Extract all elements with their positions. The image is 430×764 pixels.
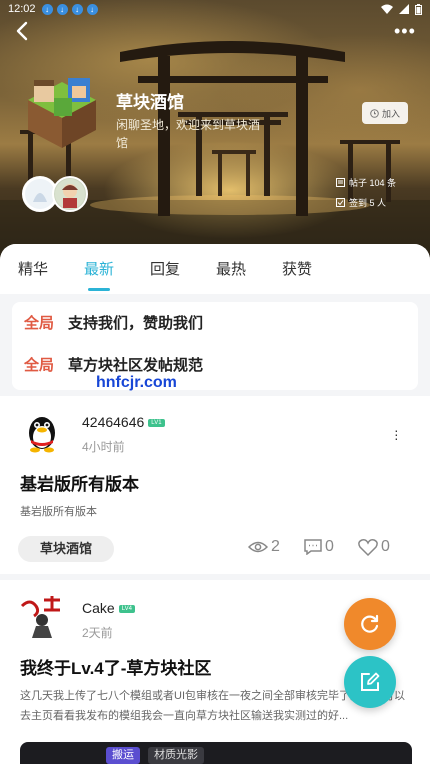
likes-metric[interactable]: 0 (358, 538, 390, 556)
join-label: 加入 (381, 108, 400, 119)
author-name-text: 42464646 (82, 414, 145, 430)
comments-metric[interactable]: 0 (304, 538, 334, 556)
join-button[interactable]: 加入 (361, 102, 408, 124)
watermark: hnfcjr.com (96, 374, 177, 391)
join-icon (370, 108, 379, 118)
notification-icon: ↓ (41, 3, 53, 15)
group-description: 闲聊圣地，欢迎来到草块酒馆 (116, 118, 261, 150)
comment-icon (304, 539, 322, 555)
likes-count: 0 (381, 538, 390, 555)
posts-icon (336, 178, 345, 187)
checkin-stat: 签到 5 人 (336, 196, 386, 209)
author-avatar[interactable] (20, 594, 64, 638)
checkin-icon (336, 198, 345, 207)
pinned-title: 支持我们，赞助我们 (68, 315, 204, 332)
posts-stat-text: 帖子 104 条 (349, 178, 397, 188)
author-name[interactable]: 42464646 LV1 (82, 414, 165, 430)
tab-replies[interactable]: 回复 (132, 244, 198, 294)
pinned-tag: 全局 (24, 357, 55, 374)
tab-liked[interactable]: 获赞 (264, 244, 330, 294)
checkin-stat-text: 签到 5 人 (349, 198, 387, 208)
status-right (381, 3, 422, 15)
level-badge: LV1 (148, 419, 165, 428)
post-title: 我终于Lv.4了-草方块社区 (20, 659, 212, 678)
pinned-item[interactable]: 全局 草方块社区发帖规范 (24, 354, 203, 375)
tab-hottest[interactable]: 最热 (198, 244, 264, 294)
more-dots-icon[interactable]: ••• (394, 22, 415, 40)
pinned-tag: 全局 (24, 315, 55, 332)
notification-icon: ↓ (56, 3, 68, 15)
post-image[interactable] (20, 742, 412, 764)
post-title: 基岩版所有版本 (20, 475, 139, 494)
group-title: 草块酒馆 (116, 93, 184, 112)
post-tag: 材质光影 (148, 747, 204, 764)
compose-button[interactable] (344, 656, 396, 708)
group-logo (28, 78, 96, 148)
status-bar: 12:02 ↓ ↓ ↓ ↓ (0, 0, 430, 18)
heart-icon (358, 538, 378, 556)
comments-count: 0 (325, 538, 334, 555)
tab-latest[interactable]: 最新 (66, 244, 132, 294)
active-tab-indicator (88, 288, 110, 291)
wifi-icon (381, 4, 393, 14)
views-count: 2 (271, 538, 280, 555)
views-metric: 2 (248, 538, 280, 556)
author-name-text: Cake (82, 600, 115, 616)
post-time: 2天前 (82, 626, 113, 640)
tab-bar: 精华 最新 回复 最热 获赞 (0, 244, 430, 294)
posts-stat: 帖子 104 条 (336, 176, 396, 189)
notification-icon: ↓ (71, 3, 83, 15)
post-menu-icon[interactable]: · · · (394, 423, 399, 445)
post-card[interactable]: 42464646 LV1 4小时前 · · · 基岩版所有版本 基岩版所有版本 草块酒… (0, 396, 430, 574)
status-time: 12:02 (8, 3, 36, 15)
author-name[interactable]: Cake LV4 (82, 600, 135, 616)
battery-icon (415, 3, 422, 15)
pinned-posts: 全局 支持我们，赞助我们 全局 草方块社区发帖规范 (12, 302, 418, 390)
eye-icon (248, 541, 268, 553)
pinned-title: 草方块社区发帖规范 (68, 357, 204, 374)
pinned-item[interactable]: 全局 支持我们，赞助我们 (24, 312, 203, 333)
group-chip[interactable]: 草块酒馆 (18, 536, 115, 562)
back-arrow-icon[interactable] (12, 20, 34, 42)
author-avatar[interactable] (20, 410, 64, 454)
notification-icon: ↓ (86, 3, 98, 15)
compose-icon (361, 672, 380, 691)
level-badge: LV4 (118, 605, 135, 614)
signal-icon (399, 4, 409, 14)
avatar (52, 176, 88, 212)
refresh-button[interactable] (344, 598, 396, 650)
member-avatar-image (55, 179, 85, 209)
post-excerpt: 基岩版所有版本 (20, 506, 97, 518)
refresh-icon (361, 614, 379, 633)
post-time: 4小时前 (82, 440, 125, 454)
post-tag: 搬运 (106, 747, 140, 764)
tab-featured[interactable]: 精华 (0, 244, 66, 294)
group-header: 12:02 ↓ ↓ ↓ ↓ ••• 草块酒馆 闲聊圣地，欢迎来到草块酒馆 加入 (0, 0, 430, 262)
member-avatars[interactable] (22, 176, 88, 212)
